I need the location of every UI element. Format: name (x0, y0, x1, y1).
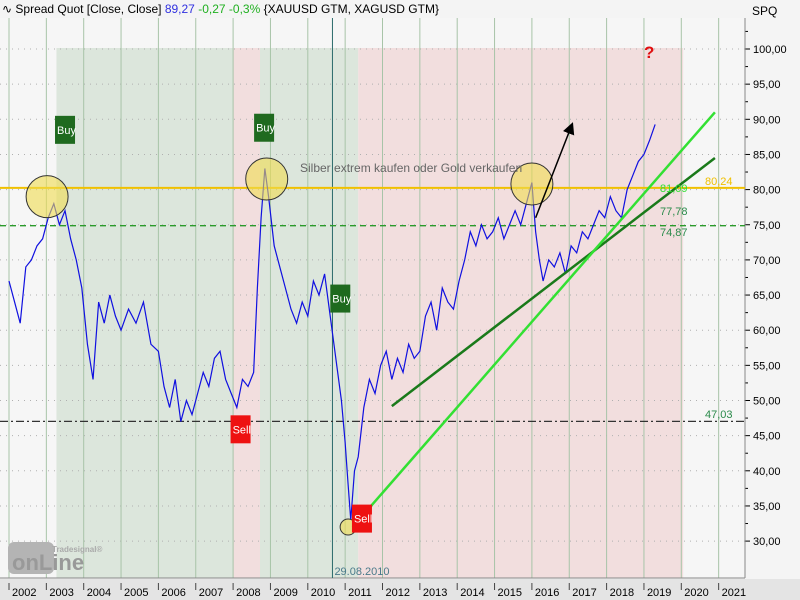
series-title: Spread Quot [Close, Close] (15, 2, 162, 16)
y-tick-label: 95,00 (753, 79, 781, 91)
x-tick-label: 2021 (722, 587, 746, 599)
x-tick-label: 2014 (460, 587, 484, 599)
x-tick-label: 2002 (12, 587, 36, 599)
x-tick-label: 2009 (273, 587, 297, 599)
y-tick-label: 60,00 (753, 325, 781, 337)
signal-label: Buy (256, 123, 275, 135)
y-tick-label: 30,00 (753, 536, 781, 548)
highlight-circle (245, 157, 289, 201)
y-tick-label: 45,00 (753, 431, 781, 443)
x-tick-label: 2016 (535, 587, 559, 599)
chart-window: 30,00 35,00 40,00 45,00 50,00 55,00 60,00 65,00… (0, 0, 800, 600)
chart-header: ∿ Spread Quot [Close, Close] 89,27 -0,27… (2, 2, 439, 16)
signal-label: Buy (57, 125, 76, 137)
x-tick-label: 2012 (386, 587, 410, 599)
signal-label: Buy (332, 294, 351, 306)
highlight-circle (25, 175, 69, 219)
x-tick-label: 2019 (647, 587, 671, 599)
y-tick-label: 85,00 (753, 149, 781, 161)
question-mark: ? (644, 43, 654, 62)
symbols: {XAUUSD GTM, XAGUSD GTM} (263, 2, 439, 16)
signal-label: Sell (354, 514, 372, 526)
y-tick-label: 80,00 (753, 185, 781, 197)
x-tick-label: 2017 (572, 587, 596, 599)
y-tick-label: 35,00 (753, 501, 781, 513)
x-tick-label: 2008 (236, 587, 260, 599)
hline-label: 47,03 (705, 409, 733, 421)
y-tick-label: 65,00 (753, 290, 781, 302)
x-tick-label: 2010 (311, 587, 335, 599)
region-sell (358, 48, 684, 578)
x-tick-label: 2015 (498, 587, 522, 599)
y-tick-label: 50,00 (753, 396, 781, 408)
note-label: Silber extrem kaufen oder Gold verkaufen (300, 161, 522, 175)
x-tick-label: 2018 (610, 587, 634, 599)
region-buy (56, 48, 234, 578)
x-tick-label: 2011 (348, 587, 372, 599)
y-tick-label: 40,00 (753, 466, 781, 478)
y-tick-label: 70,00 (753, 255, 781, 267)
x-tick-label: 2007 (199, 587, 223, 599)
change-percent: -0,3% (228, 2, 261, 16)
last-value: 89,27 (164, 2, 195, 16)
y-tick-label: 75,00 (753, 220, 781, 232)
x-tick-label: 2013 (423, 587, 447, 599)
x-tick-label: 2020 (684, 587, 708, 599)
watermark-brand: Tradesignal® (52, 545, 102, 554)
y-tick-label: 100,00 (753, 44, 787, 56)
x-tick-label: 2004 (87, 587, 111, 599)
x-tick-label: 2003 (49, 587, 73, 599)
x-tick-label: 2006 (161, 587, 185, 599)
change-value: -0,27 (198, 2, 226, 16)
y-tick-label: 55,00 (753, 360, 781, 372)
date-marker-label: 29.08.2010 (334, 566, 389, 578)
x-tick-label: 2005 (124, 587, 148, 599)
line-chart-icon: ∿ (2, 2, 13, 16)
chart-svg[interactable]: 30,00 35,00 40,00 45,00 50,00 55,00 60,00 65,00… (0, 0, 800, 600)
trendline-label: 77,78 (660, 206, 688, 218)
hline-label: 80,24 (705, 176, 733, 188)
y-tick-label: 90,00 (753, 114, 781, 126)
hline-label: 74,87 (660, 227, 688, 239)
signal-label: Sell (233, 424, 251, 436)
trendline-label: 81,09 (660, 183, 688, 195)
axis-name: SPQ (752, 4, 778, 18)
